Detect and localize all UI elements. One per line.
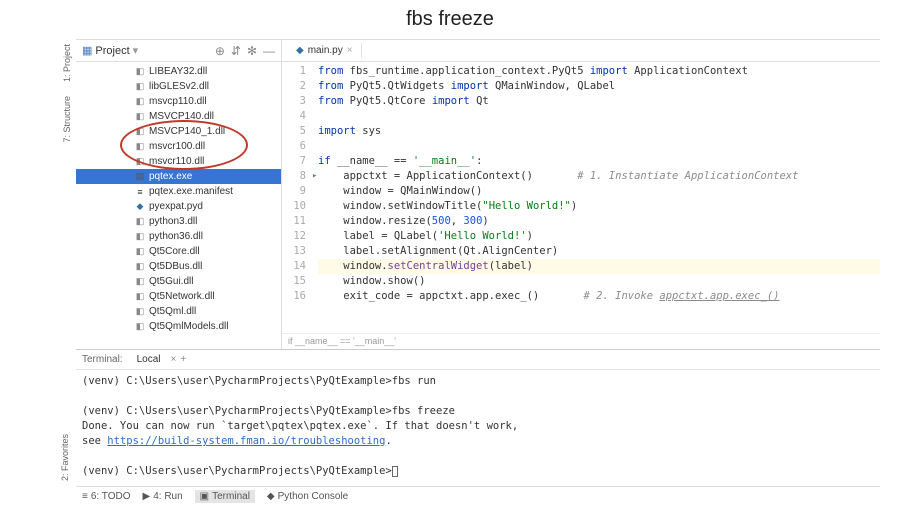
close-icon[interactable]: × bbox=[347, 45, 353, 56]
split-icon[interactable]: ⇵ bbox=[231, 44, 241, 58]
terminal-body[interactable]: (venv) C:\Users\user\PycharmProjects\PyQ… bbox=[76, 370, 880, 483]
file-name: msvcr100.dll bbox=[149, 141, 205, 152]
file-icon: ◧ bbox=[134, 231, 146, 243]
code-content[interactable]: from fbs_runtime.application_context.PyQ… bbox=[312, 62, 880, 333]
dropdown-icon: ▾ bbox=[133, 44, 139, 57]
tree-item[interactable]: ◧MSVCP140.dll bbox=[76, 109, 281, 124]
page-title: fbs freeze bbox=[0, 0, 900, 39]
terminal-panel: Terminal: Local × + (venv) C:\Users\user… bbox=[76, 349, 880, 483]
file-name: pyexpat.pyd bbox=[149, 201, 203, 212]
file-name: pqtex.exe bbox=[149, 171, 192, 182]
tab-filename: main.py bbox=[308, 45, 343, 56]
status-python-console[interactable]: ◆Python Console bbox=[267, 491, 348, 502]
side-tab-favorites[interactable]: 2: Favorites bbox=[58, 432, 72, 483]
line-number-gutter: ▸ 12345678910111213141516 bbox=[282, 62, 312, 333]
tree-item[interactable]: ◧MSVCP140_1.dll bbox=[76, 124, 281, 139]
terminal-plus-icon[interactable]: + bbox=[180, 354, 186, 365]
tree-item[interactable]: ◧Qt5Core.dll bbox=[76, 244, 281, 259]
run-marker-icon[interactable]: ▸ bbox=[312, 169, 317, 184]
side-tab-project[interactable]: 1: Project bbox=[61, 40, 73, 86]
file-name: Qt5Core.dll bbox=[149, 246, 200, 257]
tree-item[interactable]: ◧libGLESv2.dll bbox=[76, 79, 281, 94]
file-name: msvcp110.dll bbox=[149, 96, 207, 107]
file-name: python3.dll bbox=[149, 216, 197, 227]
file-icon: ◧ bbox=[134, 291, 146, 303]
file-icon: ≡ bbox=[134, 186, 146, 198]
code-area[interactable]: ▸ 12345678910111213141516 from fbs_runti… bbox=[282, 62, 880, 333]
file-icon: ◧ bbox=[134, 81, 146, 93]
file-icon: ◧ bbox=[134, 216, 146, 228]
side-tab-structure[interactable]: 7: Structure bbox=[61, 92, 73, 147]
python-icon: ◆ bbox=[267, 491, 275, 502]
file-icon: ◧ bbox=[134, 66, 146, 78]
terminal-icon: ▣ bbox=[200, 491, 209, 502]
folder-icon: ▦ bbox=[82, 44, 92, 57]
editor-panel: ◆ main.py × ▸ 12345678910111213141516 fr… bbox=[282, 40, 880, 349]
project-title[interactable]: ▦ Project ▾ bbox=[82, 44, 215, 57]
tree-item[interactable]: ◧Qt5DBus.dll bbox=[76, 259, 281, 274]
file-name: msvcr110.dll bbox=[149, 156, 204, 167]
run-icon: ▶ bbox=[143, 491, 151, 502]
file-icon: ◧ bbox=[134, 321, 146, 333]
tree-item[interactable]: ◧python3.dll bbox=[76, 214, 281, 229]
tree-item[interactable]: ◧Qt5QmlModels.dll bbox=[76, 319, 281, 334]
tree-item[interactable]: ◧msvcr110.dll bbox=[76, 154, 281, 169]
file-icon: ◧ bbox=[134, 246, 146, 258]
file-name: Qt5DBus.dll bbox=[149, 261, 202, 272]
file-name: Qt5Qml.dll bbox=[149, 306, 196, 317]
terminal-tab[interactable]: Local bbox=[131, 352, 167, 367]
todo-icon: ≡ bbox=[82, 491, 88, 502]
project-header: ▦ Project ▾ ⊕ ⇵ ✻ — bbox=[76, 40, 281, 62]
status-todo[interactable]: ≡6: TODO bbox=[82, 491, 131, 502]
project-title-text: Project bbox=[95, 45, 129, 57]
status-bar: ≡6: TODO ▶4: Run ▣Terminal ◆Python Conso… bbox=[76, 486, 880, 506]
tree-item[interactable]: ◧python36.dll bbox=[76, 229, 281, 244]
tree-item[interactable]: ◧Qt5Gui.dll bbox=[76, 274, 281, 289]
status-run[interactable]: ▶4: Run bbox=[143, 491, 183, 502]
target-icon[interactable]: ⊕ bbox=[215, 44, 225, 58]
project-tree[interactable]: ◧LIBEAY32.dll◧libGLESv2.dll◧msvcp110.dll… bbox=[76, 62, 281, 349]
collapse-icon[interactable]: — bbox=[263, 44, 275, 58]
file-name: python36.dll bbox=[149, 231, 203, 242]
file-icon: ◧ bbox=[134, 111, 146, 123]
terminal-add-tab[interactable]: × bbox=[170, 354, 176, 365]
file-icon: ◧ bbox=[134, 96, 146, 108]
file-icon: ◧ bbox=[134, 156, 146, 168]
file-icon: ◧ bbox=[134, 126, 146, 138]
file-name: Qt5QmlModels.dll bbox=[149, 321, 228, 332]
tree-item[interactable]: ◧msvcp110.dll bbox=[76, 94, 281, 109]
python-file-icon: ◆ bbox=[296, 45, 304, 56]
tree-item[interactable]: ▤pqtex.exe bbox=[76, 169, 281, 184]
status-terminal[interactable]: ▣Terminal bbox=[195, 490, 255, 503]
editor-tab-bar: ◆ main.py × bbox=[282, 40, 880, 62]
tree-item[interactable]: ◧LIBEAY32.dll bbox=[76, 64, 281, 79]
terminal-header: Terminal: Local × + bbox=[76, 350, 880, 370]
tree-item[interactable]: ≡pqtex.exe.manifest bbox=[76, 184, 281, 199]
tree-item[interactable]: ◧msvcr100.dll bbox=[76, 139, 281, 154]
file-name: MSVCP140.dll bbox=[149, 111, 214, 122]
file-icon: ◧ bbox=[134, 306, 146, 318]
file-name: LIBEAY32.dll bbox=[149, 66, 207, 77]
file-name: MSVCP140_1.dll bbox=[149, 126, 225, 137]
file-icon: ◧ bbox=[134, 141, 146, 153]
gear-icon[interactable]: ✻ bbox=[247, 44, 257, 58]
file-icon: ◧ bbox=[134, 276, 146, 288]
tree-item[interactable]: ◆pyexpat.pyd bbox=[76, 199, 281, 214]
side-tabs: 1: Project 7: Structure bbox=[58, 40, 76, 349]
file-name: Qt5Gui.dll bbox=[149, 276, 193, 287]
file-name: libGLESv2.dll bbox=[149, 81, 209, 92]
tree-item[interactable]: ◧Qt5Network.dll bbox=[76, 289, 281, 304]
editor-tab[interactable]: ◆ main.py × bbox=[288, 43, 362, 58]
editor-breadcrumb[interactable]: if __name__ == '__main__' bbox=[282, 333, 880, 349]
ide-main: 1: Project 7: Structure ▦ Project ▾ ⊕ ⇵ … bbox=[76, 39, 880, 349]
file-icon: ◧ bbox=[134, 261, 146, 273]
terminal-label: Terminal: bbox=[82, 354, 123, 365]
file-icon: ▤ bbox=[134, 171, 146, 183]
project-panel: ▦ Project ▾ ⊕ ⇵ ✻ — ◧LIBEAY32.dll◧libGLE… bbox=[76, 40, 282, 349]
tree-item[interactable]: ◧Qt5Qml.dll bbox=[76, 304, 281, 319]
file-name: pqtex.exe.manifest bbox=[149, 186, 233, 197]
file-name: Qt5Network.dll bbox=[149, 291, 215, 302]
file-icon: ◆ bbox=[134, 201, 146, 213]
